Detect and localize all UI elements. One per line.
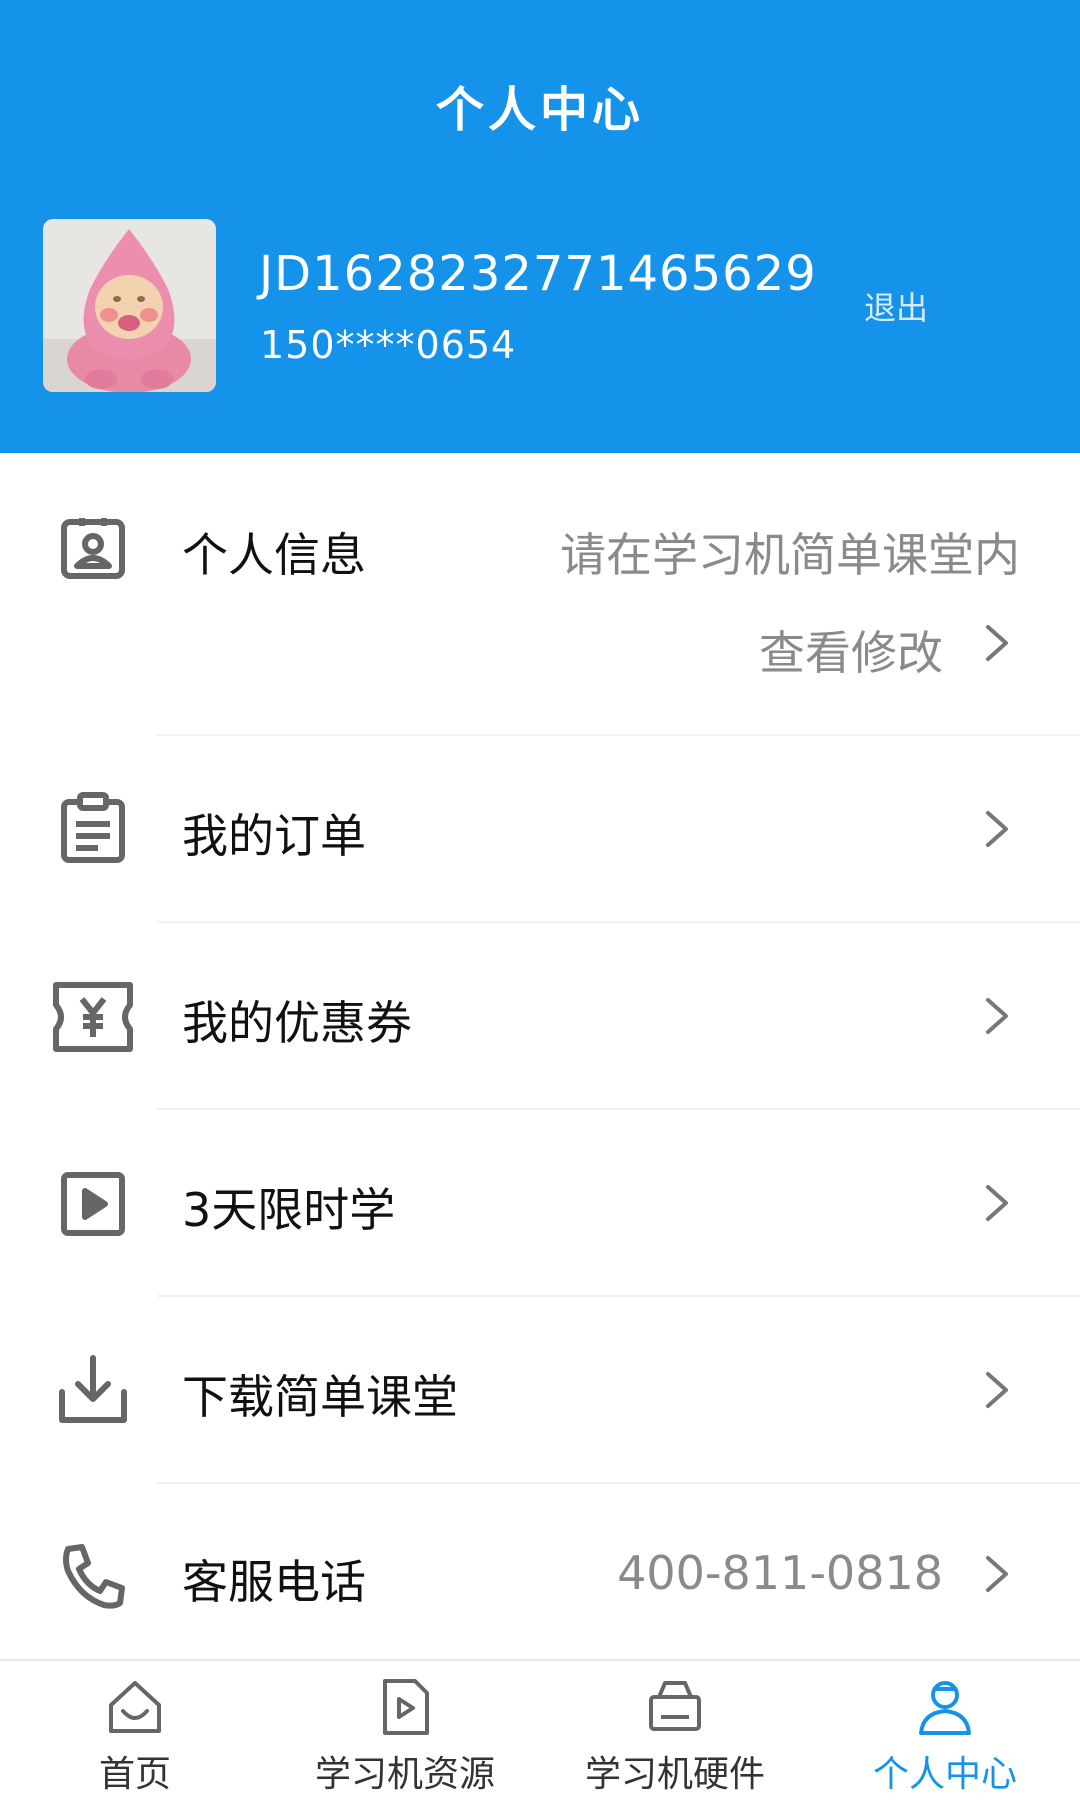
tab-label-home: 首页 [98,1754,171,1795]
menu-label-limited-trial: 3天限时学 [182,1183,396,1237]
user-id: JD1628232771465629 [259,246,817,302]
page-title: 个人中心 [435,82,644,138]
bottom-tab-bar: 首页 学习机资源 学习机硬件 个人中心 [0,1659,1080,1809]
tab-hardware[interactable]: 学习机硬件 [540,1661,810,1809]
play-box-icon [52,1163,134,1245]
chevron-right-icon [986,811,1008,847]
personal-info-action[interactable]: 查看修改 [759,617,943,683]
tab-profile[interactable]: 个人中心 [810,1661,1080,1809]
avatar-image [43,219,216,392]
menu-label-customer-service: 客服电话 [182,1555,366,1609]
contact-card-icon [52,506,134,588]
chevron-right-icon [986,1185,1008,1221]
chevron-right-icon [986,1556,1008,1592]
menu-item-download-app[interactable]: 下载简单课堂 [0,1297,1080,1484]
menu-label-download-app: 下载简单课堂 [182,1370,458,1424]
personal-info-hint: 请在学习机简单课堂内 [560,528,1020,582]
tab-label-hardware: 学习机硬件 [584,1754,765,1795]
clipboard-list-icon [52,787,134,869]
coupon-yen-icon [46,976,140,1058]
user-phone: 150****0654 [260,323,517,367]
menu-item-coupons[interactable]: 我的优惠券 [0,923,1080,1110]
home-icon [109,1681,161,1733]
video-file-icon [383,1679,429,1735]
chevron-right-icon [986,998,1008,1034]
menu-item-orders[interactable]: 我的订单 [0,736,1080,923]
menu-item-personal-info[interactable]: 个人信息 请在学习机简单课堂内 查看修改 [0,453,1080,736]
profile-header: 个人中心 JD1628232771465629 150****0654 退出 [0,0,1080,453]
tab-home[interactable]: 首页 [0,1661,270,1809]
tab-label-profile: 个人中心 [872,1754,1017,1795]
customer-service-phone[interactable]: 400-811-0818 [617,1546,943,1600]
avatar[interactable] [43,219,216,392]
chevron-right-icon [986,625,1008,661]
person-icon [919,1681,971,1735]
download-icon [52,1348,134,1430]
phone-icon [52,1535,134,1617]
device-icon [649,1681,701,1731]
menu-item-customer-service[interactable]: 客服电话 400-811-0818 [0,1484,1080,1659]
menu-label-personal-info: 个人信息 [182,528,366,582]
menu-item-limited-trial[interactable]: 3天限时学 [0,1110,1080,1297]
tab-label-resources: 学习机资源 [314,1754,495,1795]
chevron-right-icon [986,1372,1008,1408]
tab-resources[interactable]: 学习机资源 [270,1661,540,1809]
menu-label-orders: 我的订单 [182,809,366,863]
logout-button[interactable]: 退出 [864,283,928,329]
menu-label-coupons: 我的优惠券 [182,996,412,1050]
